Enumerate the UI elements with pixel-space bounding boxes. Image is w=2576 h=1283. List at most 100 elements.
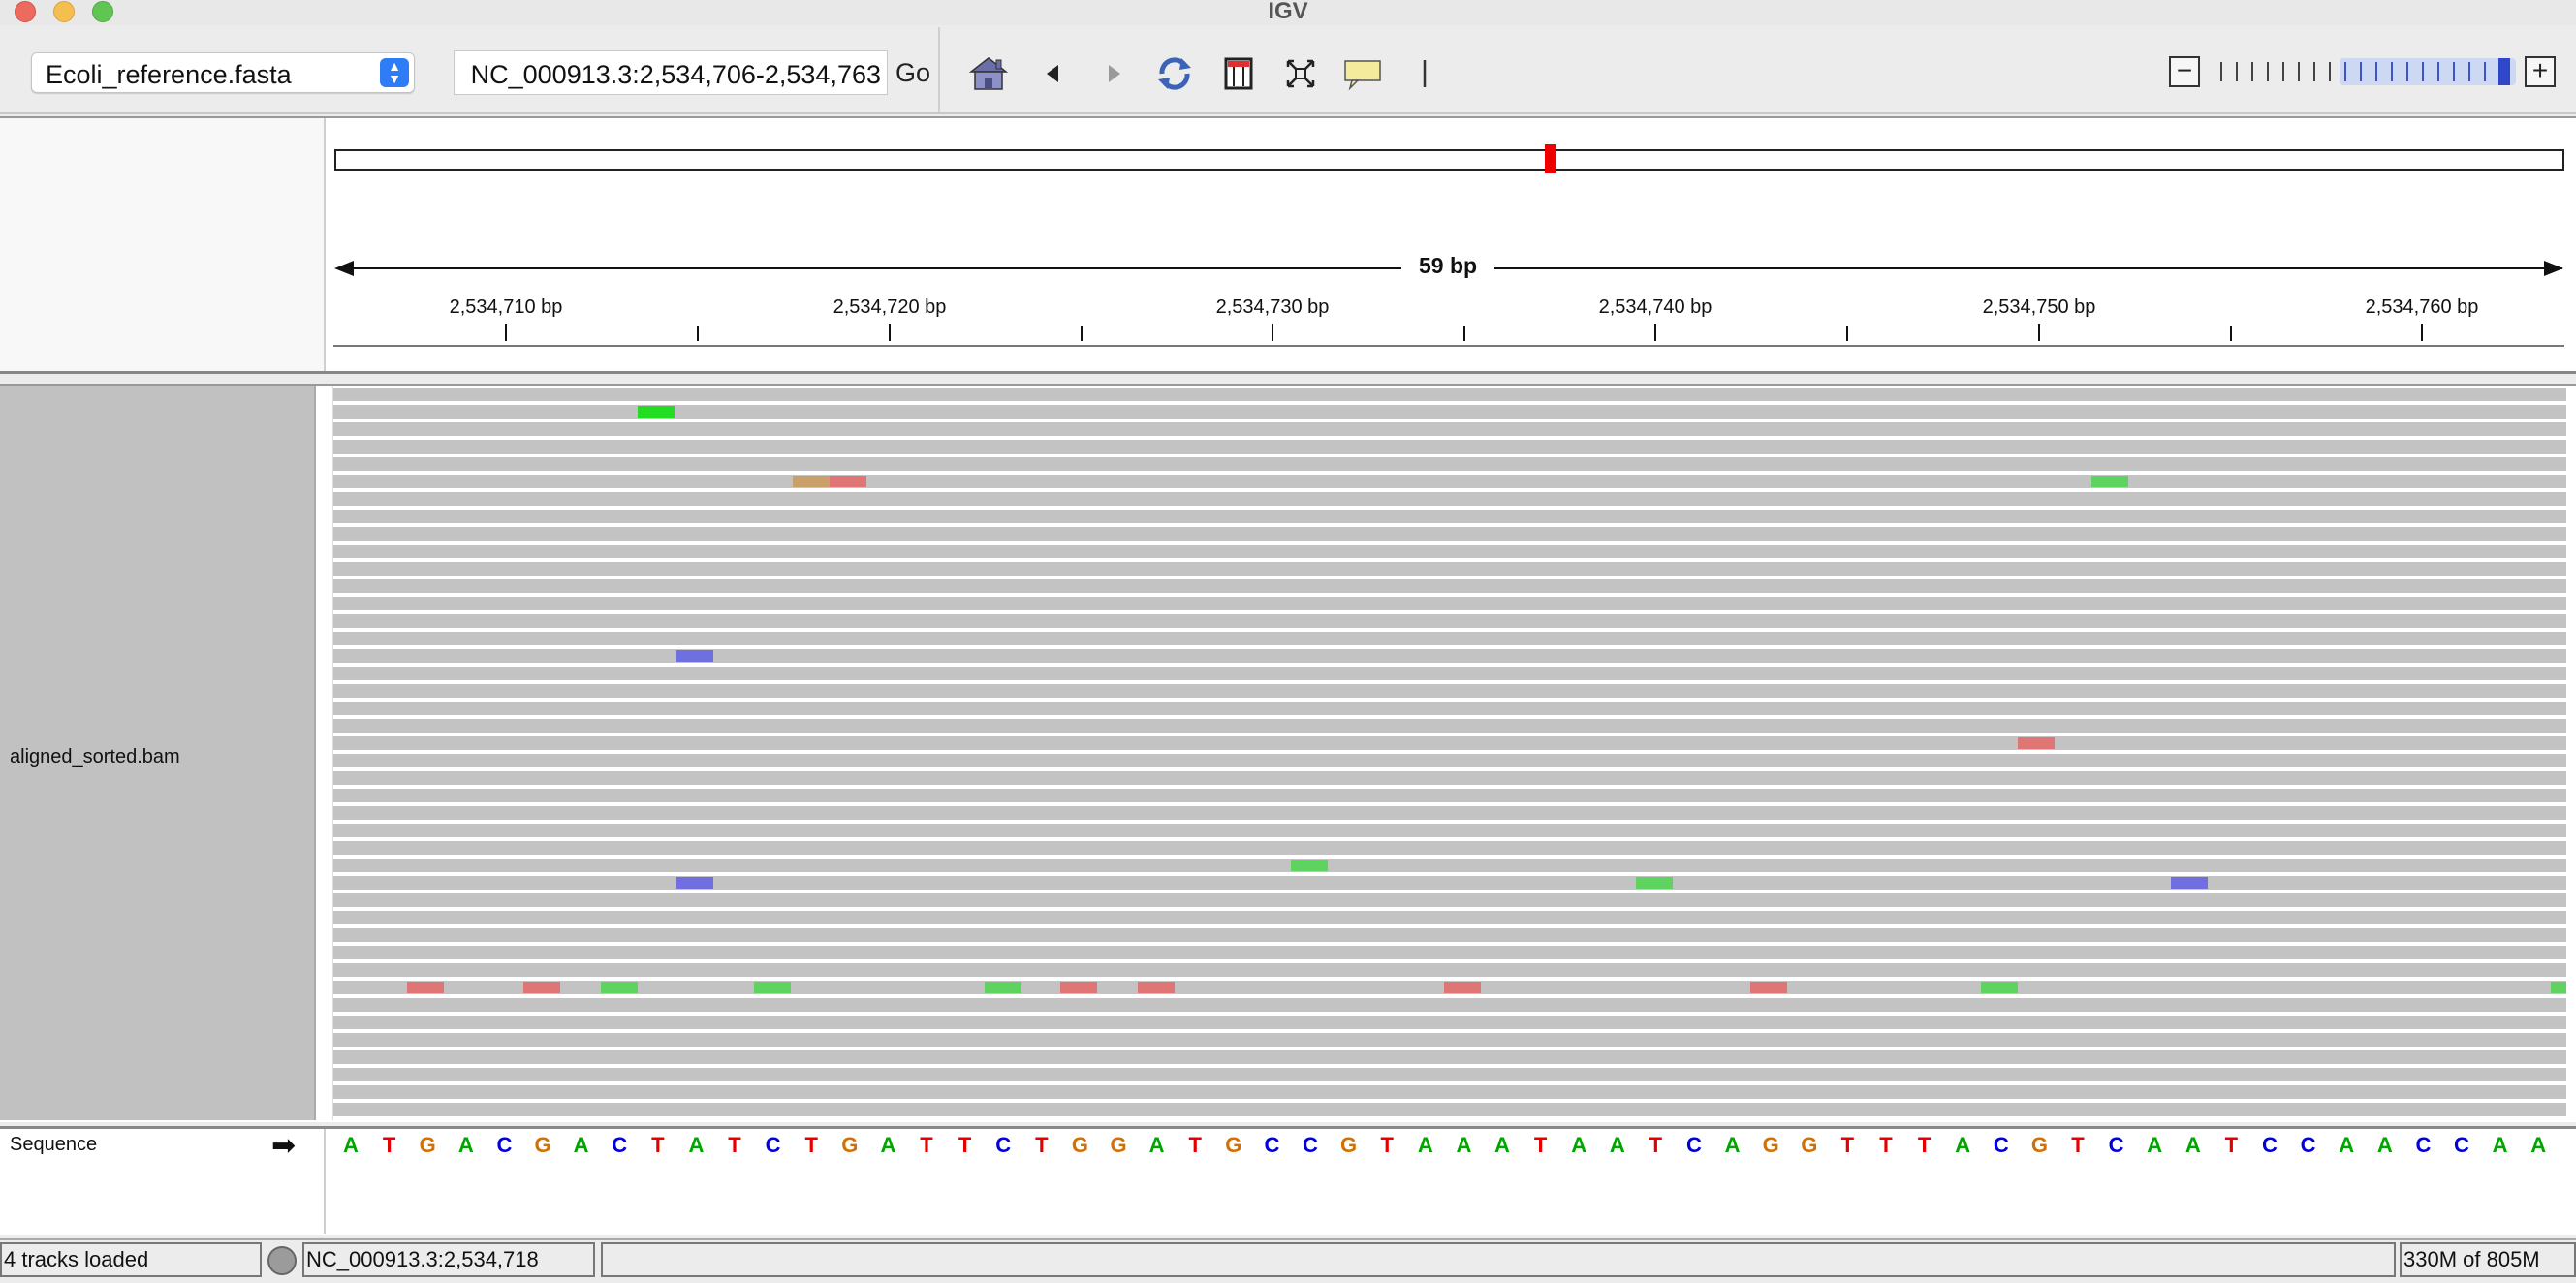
mismatch-base[interactable]: [2171, 877, 2208, 889]
mismatch-base[interactable]: [676, 877, 713, 889]
read-row[interactable]: [333, 702, 2566, 715]
zoom-slider[interactable]: [2212, 56, 2518, 87]
mismatch-base[interactable]: [2018, 737, 2055, 749]
genome-dropdown[interactable]: Ecoli_reference.fasta ▲ ▼: [31, 52, 415, 93]
sequence-base: T: [1035, 1133, 1049, 1157]
ruler-line-icon[interactable]: [1403, 52, 1446, 95]
read-row[interactable]: [333, 510, 2566, 523]
mismatch-base[interactable]: [1750, 982, 1787, 993]
toolbar-divider: [938, 27, 940, 112]
ruler-tick: [1272, 324, 1273, 341]
read-row[interactable]: [333, 457, 2566, 471]
read-row[interactable]: [333, 667, 2566, 680]
mismatch-base[interactable]: [1636, 877, 1673, 889]
mismatch-base[interactable]: [407, 982, 444, 993]
forward-arrow-icon[interactable]: [1093, 52, 1136, 95]
sequence-base: G: [1801, 1133, 1818, 1157]
read-row[interactable]: [333, 824, 2566, 837]
region-of-interest-icon[interactable]: [1217, 52, 1260, 95]
alignment-panel: aligned_sorted.bam: [0, 384, 2576, 1122]
mismatch-base[interactable]: [1138, 982, 1175, 993]
read-row[interactable]: [333, 771, 2566, 785]
read-row[interactable]: [333, 545, 2566, 558]
read-row[interactable]: [333, 928, 2566, 942]
toolbar: Ecoli_reference.fasta ▲ ▼ NC_000913.3:2,5…: [0, 27, 2576, 114]
locus-input[interactable]: NC_000913.3:2,534,706-2,534,763: [454, 50, 888, 95]
mismatch-base[interactable]: [2551, 982, 2566, 993]
read-row[interactable]: [333, 1068, 2566, 1081]
mismatch-base[interactable]: [1060, 982, 1097, 993]
read-row[interactable]: [333, 388, 2566, 401]
sequence-base: G: [1110, 1133, 1127, 1157]
read-row[interactable]: [333, 579, 2566, 593]
ruler-tick: [1846, 326, 1848, 341]
mismatch-base[interactable]: [1981, 982, 2018, 993]
sequence-base: T: [1188, 1133, 1202, 1157]
chromosome-ideogram[interactable]: [334, 149, 2564, 171]
read-row[interactable]: [333, 789, 2566, 802]
mismatch-base[interactable]: [830, 476, 866, 487]
read-row[interactable]: [333, 1050, 2566, 1064]
popup-info-icon[interactable]: [1341, 52, 1384, 95]
refresh-icon[interactable]: [1153, 52, 1196, 95]
home-icon[interactable]: [967, 52, 1010, 95]
read-row[interactable]: [333, 981, 2566, 994]
read-row[interactable]: [333, 597, 2566, 610]
read-row[interactable]: [333, 405, 2566, 419]
read-row[interactable]: [333, 1016, 2566, 1029]
alignment-name-panel[interactable]: aligned_sorted.bam: [0, 386, 316, 1120]
read-row[interactable]: [333, 649, 2566, 663]
read-row[interactable]: [333, 946, 2566, 959]
read-row[interactable]: [333, 841, 2566, 855]
read-row[interactable]: [333, 963, 2566, 977]
sequence-base: A: [343, 1133, 359, 1157]
read-row[interactable]: [333, 876, 2566, 890]
mismatch-base[interactable]: [676, 650, 713, 662]
sequence-base: A: [1724, 1133, 1741, 1157]
mismatch-base[interactable]: [523, 982, 560, 993]
read-row[interactable]: [333, 440, 2566, 454]
strand-arrow-icon[interactable]: ➡: [271, 1129, 296, 1163]
mismatch-base[interactable]: [638, 406, 675, 418]
read-row[interactable]: [333, 736, 2566, 750]
mismatch-base[interactable]: [2091, 476, 2128, 487]
read-row[interactable]: [333, 719, 2566, 733]
mismatch-base[interactable]: [1291, 860, 1328, 871]
read-row[interactable]: [333, 859, 2566, 872]
mismatch-base[interactable]: [1444, 982, 1481, 993]
fit-to-window-icon[interactable]: [1279, 52, 1322, 95]
zoom-in-button[interactable]: +: [2525, 56, 2556, 87]
read-row[interactable]: [333, 998, 2566, 1012]
read-row[interactable]: [333, 911, 2566, 924]
read-row[interactable]: [333, 1103, 2566, 1116]
read-row[interactable]: [333, 1085, 2566, 1099]
read-row[interactable]: [333, 684, 2566, 698]
sequence-base: C: [1993, 1133, 2009, 1157]
sequence-base: T: [382, 1133, 396, 1157]
mismatch-base[interactable]: [793, 476, 830, 487]
alignment-reads[interactable]: [333, 388, 2566, 1118]
go-button[interactable]: Go: [888, 50, 938, 95]
sequence-base: T: [2071, 1133, 2085, 1157]
read-row[interactable]: [333, 422, 2566, 436]
mismatch-base[interactable]: [985, 982, 1021, 993]
mismatch-base[interactable]: [754, 982, 791, 993]
read-row[interactable]: [333, 492, 2566, 506]
mismatch-base[interactable]: [601, 982, 638, 993]
read-row[interactable]: [333, 893, 2566, 907]
sequence-base: A: [880, 1133, 896, 1157]
sequence-name-panel[interactable]: Sequence ➡: [0, 1129, 326, 1234]
read-row[interactable]: [333, 1033, 2566, 1047]
sequence-base: T: [1649, 1133, 1663, 1157]
read-row[interactable]: [333, 475, 2566, 488]
back-arrow-icon[interactable]: [1031, 52, 1074, 95]
read-row[interactable]: [333, 614, 2566, 628]
read-row[interactable]: [333, 632, 2566, 645]
read-row[interactable]: [333, 562, 2566, 576]
zoom-out-button[interactable]: −: [2169, 56, 2200, 87]
sequence-base: G: [1225, 1133, 1242, 1157]
sequence-base: G: [1071, 1133, 1088, 1157]
read-row[interactable]: [333, 754, 2566, 767]
read-row[interactable]: [333, 527, 2566, 541]
read-row[interactable]: [333, 806, 2566, 820]
